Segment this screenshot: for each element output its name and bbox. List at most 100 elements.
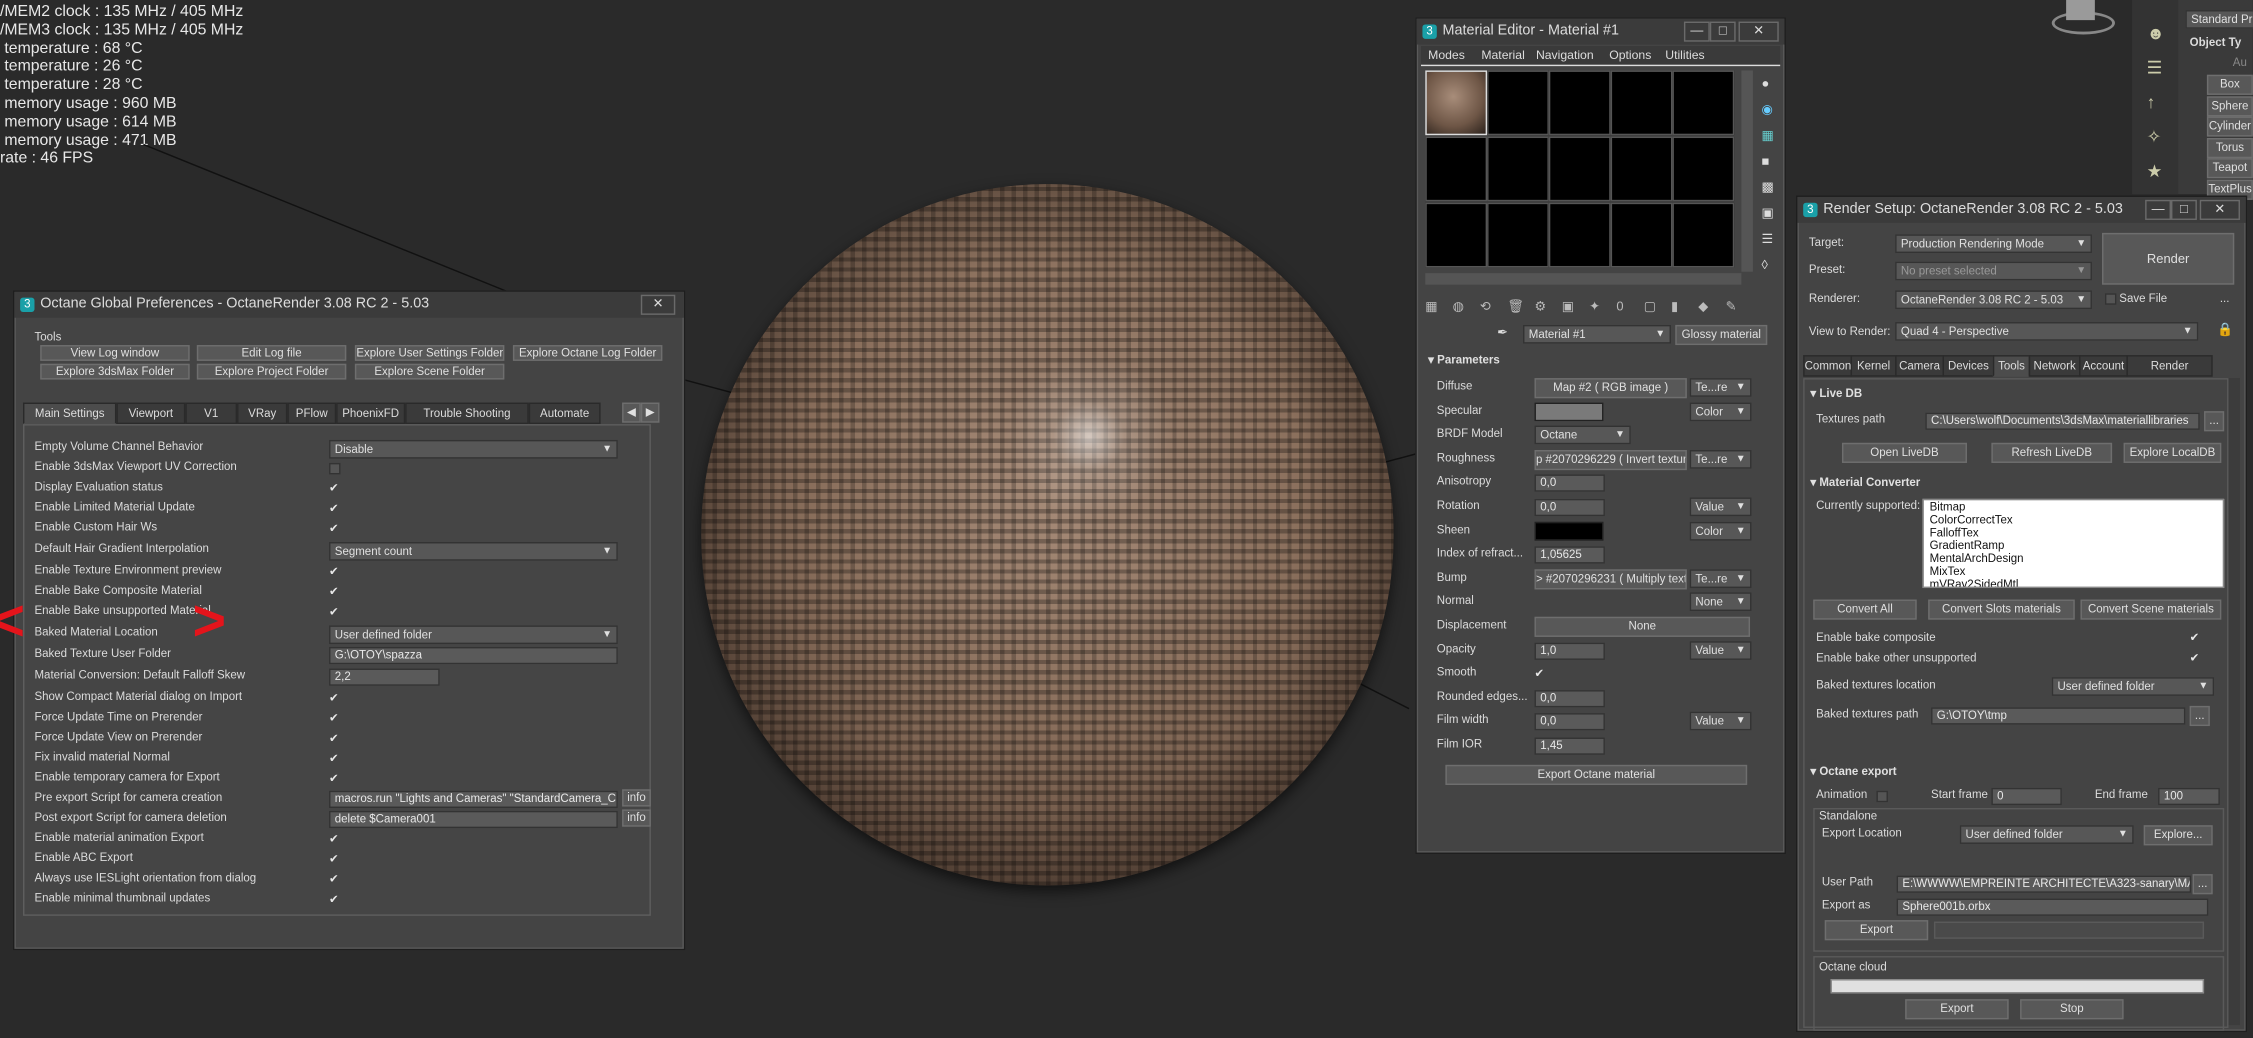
render-button[interactable]: Render (2102, 232, 2235, 285)
prefs-titlebar[interactable]: 3 Octane Global Preferences - OctaneRend… (14, 291, 684, 318)
param-dropdown[interactable]: Octane ▼ (1534, 425, 1631, 445)
preview-icon[interactable]: ▣ (1762, 206, 1774, 222)
tab-main-settings[interactable]: Main Settings (22, 402, 117, 425)
primitive-button-cylinder[interactable]: Cylinder (2206, 116, 2253, 137)
pick-icon[interactable]: ✎ (1726, 299, 1737, 315)
param-checkbox[interactable]: ✔ (1535, 668, 1545, 680)
save-file-checkbox[interactable] (2104, 293, 2117, 305)
primitive-type-dropdown[interactable]: Standard Primi (2185, 10, 2253, 29)
pref-checkbox[interactable]: ✔ (329, 692, 339, 704)
convert-button-1[interactable]: Convert Slots materials (1928, 599, 2075, 620)
material-slot[interactable] (1487, 136, 1549, 202)
user-path-field[interactable]: E:\WWWW\EMPREINTE ARCHITECTE\A323-sanary… (1896, 875, 2192, 893)
cloud-export-button[interactable]: Export (1905, 999, 2009, 1020)
mated-maximize-button[interactable]: □ (1709, 21, 1736, 42)
renderer-dropdown[interactable]: OctaneRender 3.08 RC 2 - 5.03 ▼ (1895, 290, 2092, 310)
livedb-button-0[interactable]: Open LiveDB (1841, 442, 1967, 463)
primitive-button-box[interactable]: Box (2206, 74, 2253, 95)
menu-utilities[interactable]: Utilities (1665, 46, 1704, 63)
material-slot[interactable] (1425, 136, 1488, 202)
material-slot[interactable] (1548, 202, 1611, 268)
info-button[interactable]: info (622, 809, 651, 827)
prefs-close-button[interactable]: ✕ (640, 294, 676, 315)
viewcube[interactable] (2040, 0, 2119, 35)
material-name-field[interactable]: Material #1 ▼ (1523, 324, 1671, 344)
slots-horizontal-scrollbar[interactable] (1425, 273, 1742, 285)
livedb-button-2[interactable]: Explore LocalDB (2123, 442, 2222, 463)
menu-navigation[interactable]: Navigation (1536, 46, 1594, 63)
pref-checkbox[interactable]: ✔ (329, 894, 339, 906)
material-slot[interactable] (1672, 70, 1735, 136)
tab-automate[interactable]: Automate (528, 402, 601, 425)
pref-checkbox[interactable]: ✔ (329, 833, 339, 845)
param-mode-dropdown[interactable]: None ▼ (1689, 592, 1752, 612)
show-map-icon[interactable]: 0 (1616, 299, 1623, 313)
assign-icon[interactable]: ⟲ (1480, 299, 1491, 315)
mated-close-button[interactable]: ✕ (1738, 21, 1779, 42)
param-map-button[interactable]: > #2070296231 ( Multiply textu (1534, 569, 1687, 590)
render-tab-kernel[interactable]: Kernel (1850, 355, 1897, 377)
pref-checkbox[interactable]: ✔ (329, 853, 339, 865)
tool-button-5[interactable]: Explore Project Folder (196, 363, 347, 380)
primitive-button-torus[interactable]: Torus (2206, 137, 2253, 158)
material-slot[interactable] (1425, 202, 1488, 268)
param-mode-dropdown[interactable]: Color ▼ (1689, 401, 1752, 421)
video-check-icon[interactable]: ▩ (1762, 180, 1774, 196)
param-color-swatch[interactable] (1534, 521, 1604, 540)
pref-checkbox[interactable]: ✔ (329, 523, 339, 535)
tool-button-1[interactable]: Edit Log file (196, 345, 347, 361)
export-button[interactable]: Export (1824, 920, 1929, 941)
menu-modes[interactable]: Modes (1428, 46, 1465, 63)
material-slot[interactable] (1487, 70, 1549, 136)
render-setup-scrollbar[interactable] (2228, 378, 2240, 1026)
material-slot[interactable] (1425, 70, 1488, 136)
show-end-icon[interactable]: ▢ (1644, 299, 1656, 315)
render-tab-camera[interactable]: Camera (1895, 355, 1944, 377)
background-icon[interactable]: ▦ (1762, 128, 1774, 144)
supported-type-item[interactable]: ColorCorrectTex (1927, 513, 2223, 526)
target-dropdown[interactable]: Production Rendering Mode ▼ (1895, 234, 2092, 254)
put-to-scene-icon[interactable]: ◍ (1453, 299, 1464, 315)
material-converter-rollout[interactable]: ▾ Material Converter (1810, 474, 1920, 491)
info-button[interactable]: info (622, 789, 651, 807)
material-slot[interactable] (1548, 136, 1611, 202)
bake-other-checkbox[interactable]: ✔ (2190, 652, 2200, 664)
convert-button-0[interactable]: Convert All (1813, 599, 1917, 620)
pref-checkbox[interactable]: ✔ (329, 773, 339, 785)
tabs-scroll-right-button[interactable]: ▶ (640, 402, 660, 423)
export-octane-material-button[interactable]: Export Octane material (1445, 764, 1748, 785)
param-mode-dropdown[interactable]: Value ▼ (1689, 640, 1752, 660)
sphere-object[interactable] (701, 184, 1394, 886)
render-tab-network[interactable]: Network (2028, 355, 2081, 377)
save-file-browse-button[interactable]: ... (2220, 290, 2230, 307)
material-slot[interactable] (1487, 202, 1549, 268)
pref-dropdown[interactable]: User defined folder ▼ (329, 625, 618, 645)
tool-button-6[interactable]: Explore Scene Folder (354, 363, 505, 380)
menu-options[interactable]: Options (1609, 46, 1651, 63)
user-path-browse-button[interactable]: ... (2192, 874, 2213, 895)
material-effects-icon[interactable]: ✦ (1589, 299, 1600, 315)
param-displacement-button[interactable]: None (1534, 616, 1751, 637)
pref-checkbox[interactable]: ✔ (329, 733, 339, 745)
put-to-library-icon[interactable]: ▣ (1562, 299, 1574, 315)
tab-v1[interactable]: V1 (185, 402, 238, 425)
make-unique-icon[interactable]: ⚙ (1535, 299, 1547, 315)
livedb-button-1[interactable]: Refresh LiveDB (1991, 442, 2113, 463)
view-to-render-dropdown[interactable]: Quad 4 - Perspective ▼ (1895, 322, 2199, 341)
end-frame-field[interactable]: 100 (2158, 787, 2220, 806)
param-spinner[interactable]: 0,0 (1534, 689, 1605, 708)
param-map-button[interactable]: p #2070296229 ( Invert textur (1534, 449, 1687, 470)
convert-button-2[interactable]: Convert Scene materials (2080, 599, 2222, 620)
primitive-button-teapot[interactable]: Teapot (2206, 158, 2253, 179)
preset-dropdown[interactable]: No preset selected ▼ (1895, 261, 2092, 281)
pref-checkbox[interactable]: ✔ (329, 606, 339, 618)
explore-button[interactable]: Explore... (2143, 825, 2213, 846)
start-frame-field[interactable]: 0 (1991, 787, 2062, 806)
bake-composite-checkbox[interactable]: ✔ (2190, 632, 2200, 644)
go-parent-icon[interactable]: ▮ (1671, 299, 1678, 315)
material-slot[interactable] (1610, 202, 1673, 268)
tool-button-2[interactable]: Explore User Settings Folder (354, 345, 505, 361)
supported-type-item[interactable]: MentalArchDesign (1927, 552, 2223, 565)
baked-path-browse-button[interactable]: ... (2189, 705, 2210, 727)
render-tab-devices[interactable]: Devices (1942, 355, 1995, 377)
